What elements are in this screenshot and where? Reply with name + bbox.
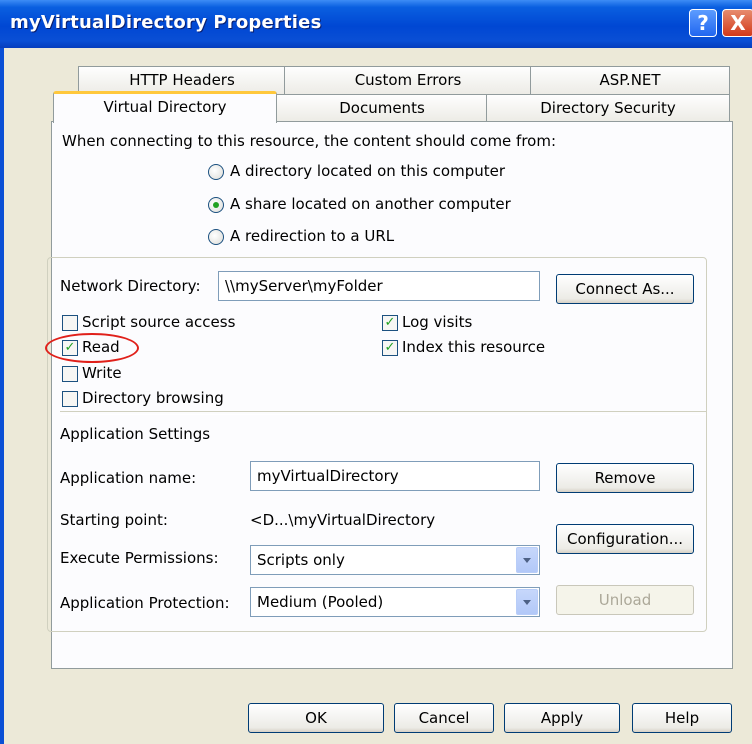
properties-dialog: myVirtualDirectory Properties ? X HTTP H… (0, 0, 752, 744)
remove-button[interactable]: Remove (556, 463, 694, 493)
chevron-down-icon[interactable] (516, 589, 538, 615)
window-title: myVirtualDirectory Properties (10, 12, 322, 33)
radio-button[interactable] (208, 229, 224, 245)
connect-as-button[interactable]: Connect As... (556, 274, 694, 304)
checkbox[interactable] (62, 315, 78, 331)
tab-virtual-directory[interactable]: Virtual Directory (53, 91, 277, 123)
section-divider (60, 411, 706, 415)
tab-asp-net[interactable]: ASP.NET (530, 66, 730, 95)
ok-button[interactable]: OK (248, 703, 384, 733)
checkbox-checked[interactable]: ✓ (382, 340, 398, 356)
application-protection-label: Application Protection: (60, 594, 230, 612)
checkbox-label: Write (82, 364, 122, 382)
checkbox[interactable] (62, 391, 78, 407)
radio-button[interactable] (208, 164, 224, 180)
starting-point-label: Starting point: (60, 511, 168, 529)
checkbox-checked[interactable]: ✓ (382, 315, 398, 331)
close-button[interactable]: X (722, 9, 752, 37)
unload-button[interactable]: Unload (556, 585, 694, 615)
cancel-button[interactable]: Cancel (394, 703, 494, 733)
network-directory-input[interactable]: \\myServer\myFolder (218, 271, 540, 301)
checkbox-label: Log visits (402, 313, 473, 331)
help-question-button[interactable]: ? (689, 9, 717, 37)
checkbox-label: Index this resource (402, 338, 546, 356)
application-name-input[interactable]: myVirtualDirectory (250, 461, 540, 491)
execute-permissions-select[interactable]: Scripts only (250, 545, 540, 575)
starting-point-value: <D...\myVirtualDirectory (250, 511, 436, 529)
checkbox-label: Directory browsing (82, 389, 224, 407)
tab-documents[interactable]: Documents (276, 94, 488, 122)
application-settings-heading: Application Settings (60, 425, 211, 443)
execute-permissions-label: Execute Permissions: (60, 549, 219, 567)
content-source-prompt: When connecting to this resource, the co… (62, 132, 557, 150)
checkbox-label: Script source access (82, 313, 236, 331)
select-value: Scripts only (257, 551, 345, 569)
window-border (0, 48, 4, 744)
configuration-button[interactable]: Configuration... (556, 524, 694, 554)
select-value: Medium (Pooled) (257, 593, 384, 611)
tab-custom-errors[interactable]: Custom Errors (284, 66, 532, 95)
radio-label: A redirection to a URL (230, 227, 395, 245)
chevron-down-icon[interactable] (516, 547, 538, 573)
network-directory-label: Network Directory: (60, 277, 201, 295)
checkbox[interactable] (62, 366, 78, 382)
tab-directory-security[interactable]: Directory Security (486, 94, 730, 122)
application-name-label: Application name: (60, 469, 197, 487)
title-bar[interactable]: myVirtualDirectory Properties ? X (0, 0, 752, 48)
radio-label: A directory located on this computer (230, 162, 506, 180)
apply-button[interactable]: Apply (504, 703, 620, 733)
help-button[interactable]: Help (632, 703, 732, 733)
radio-button-selected[interactable] (208, 197, 224, 213)
annotation-red-circle (45, 333, 139, 363)
radio-label: A share located on another computer (230, 195, 511, 213)
application-protection-select[interactable]: Medium (Pooled) (250, 587, 540, 617)
